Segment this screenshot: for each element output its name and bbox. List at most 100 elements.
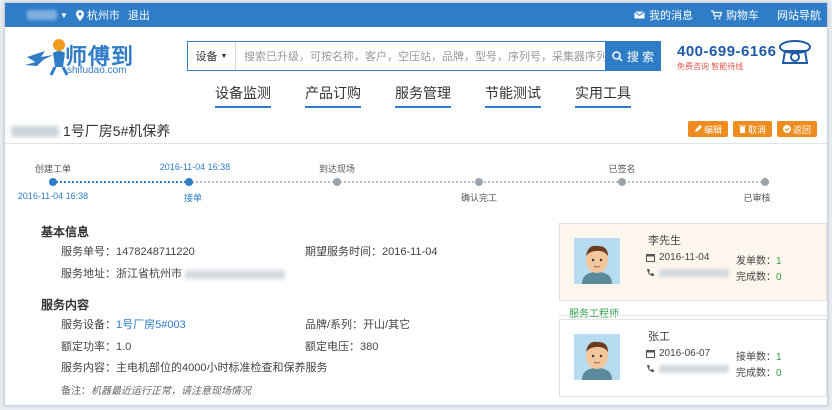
check-circle-icon [782, 125, 791, 133]
messages-link[interactable]: 我的消息 [634, 7, 693, 23]
nav-energy-test[interactable]: 节能测试 [485, 83, 541, 108]
customer-complete-count: 完成数：0 [736, 268, 782, 283]
customer-date: 2016-11-04 [646, 252, 709, 263]
address-blurred [185, 269, 286, 279]
cancel-button[interactable]: 取消 [732, 121, 772, 137]
note-value: 机器最近运行正常，请注意现场情况 [91, 386, 251, 397]
engineer-section-title: 服务工程师 [569, 305, 619, 320]
person-avatar-icon [582, 341, 612, 380]
stat-label: 发单数： [736, 256, 776, 267]
title-prefix-blurred [11, 125, 59, 137]
location-pin-icon [75, 9, 84, 21]
cart-icon [711, 10, 722, 20]
voltage-label: 额定电压： [305, 341, 360, 353]
customer-order-count: 发单数：1 [736, 252, 782, 267]
power-row: 额定功率：1.0 [61, 338, 131, 354]
nav-product-order[interactable]: 产品订购 [305, 83, 361, 108]
nav-device-monitor[interactable]: 设备监测 [215, 83, 271, 108]
service-desc-row: 服务内容：主电机部位的4000小时标准检查和保养服务 [61, 359, 327, 375]
cart-link[interactable]: 购物车 [711, 7, 759, 23]
calendar-icon [646, 350, 655, 358]
timeline-step-label: 确认完工 [460, 193, 498, 203]
customer-phone [646, 268, 729, 277]
page-actions: 编辑 取消 返回 [687, 121, 817, 137]
stat-value: 1 [776, 256, 782, 267]
site-nav-link[interactable]: 网站导航 [777, 7, 821, 23]
service-device-label: 服务设备： [61, 319, 116, 331]
username-blurred [27, 10, 57, 20]
timeline-step-label: 已签名 [608, 164, 636, 174]
city-selector[interactable]: 杭州市 [75, 7, 120, 23]
back-button[interactable]: 返回 [776, 121, 817, 137]
service-content-title: 服务内容 [41, 298, 90, 312]
engineer-phone-blurred [659, 364, 729, 373]
stat-value: 0 [776, 272, 782, 283]
engineer-divider [559, 315, 827, 316]
brand-value: 开山/其它 [363, 319, 411, 331]
engineer-date-value: 2016-06-07 [659, 348, 711, 359]
note-label: 备注： [61, 386, 91, 397]
engineer-name: 张工 [648, 331, 670, 343]
timeline-dot [475, 178, 483, 186]
brand-row: 品牌/系列：开山/其它 [305, 316, 410, 332]
order-number-row: 服务单号：1478248711220 [61, 243, 195, 259]
search-input[interactable]: 搜索已升级，可按名称，客户，空压站，品牌，型号，序列号，采集器序列号搜索 [244, 42, 640, 70]
power-label: 额定功率： [61, 341, 116, 353]
user-menu[interactable]: ▼ [27, 10, 68, 20]
timeline-step-time: 2016-11-04 16:38 [159, 162, 231, 172]
stat-value: 0 [776, 368, 782, 379]
search-category-select[interactable]: 设备 ▼ [188, 42, 236, 70]
search-button-label: 搜 索 [626, 49, 655, 64]
expect-time-row: 期望服务时间：2016-11-04 [305, 243, 437, 259]
logout-link[interactable]: 退出 [128, 7, 150, 23]
engineer-date: 2016-06-07 [646, 348, 710, 359]
address-value: 浙江省杭州市 [116, 268, 182, 280]
timeline-step-label: 已审核 [743, 193, 771, 203]
hotline-subtitle: 免费咨询 智能待线 [677, 62, 744, 71]
customer-phone-blurred [659, 268, 729, 277]
address-label: 服务地址： [61, 268, 116, 280]
back-label: 返回 [792, 124, 811, 135]
stat-value: 1 [776, 352, 782, 363]
timeline-dot [49, 178, 57, 186]
edit-button[interactable]: 编辑 [687, 121, 728, 137]
avatar [574, 334, 620, 380]
timeline-step-label: 到达现场 [318, 164, 356, 174]
note-row: 备注：机器最近运行正常，请注意现场情况 [61, 382, 251, 397]
service-device-link[interactable]: 1号厂房5#003 [116, 319, 186, 331]
service-device-row: 服务设备：1号厂房5#003 [61, 316, 186, 332]
service-desc-value: 主电机部位的4000小时标准检查和保养服务 [116, 362, 328, 374]
order-number-value: 1478248711220 [116, 246, 195, 258]
cart-label: 购物车 [726, 10, 759, 22]
engineer-accept-count: 接单数：1 [736, 348, 782, 363]
caret-down-icon: ▼ [220, 52, 228, 60]
search-button[interactable]: 搜 索 [605, 41, 661, 71]
service-desc-label: 服务内容： [61, 362, 116, 374]
timeline-step-label: 创建工单 [34, 164, 72, 174]
customer-name: 李先生 [648, 235, 681, 247]
timeline-dot [333, 178, 341, 186]
customer-card: 李先生 2016-11-04 发单数：1 完成数：0 [559, 223, 827, 301]
stat-label: 完成数： [736, 368, 776, 379]
title-divider [5, 143, 827, 144]
trash-icon [738, 125, 746, 133]
nav-service-manage[interactable]: 服务管理 [395, 83, 451, 108]
timeline-dot [618, 178, 626, 186]
search-icon [612, 50, 623, 62]
messages-label: 我的消息 [649, 10, 693, 22]
basic-info-title: 基本信息 [41, 225, 90, 239]
brand-label: 品牌/系列： [305, 319, 364, 331]
caret-down-icon: ▼ [60, 10, 68, 20]
stat-label: 完成数： [736, 272, 776, 283]
timeline-step-time: 2016-11-04 16:38 [17, 191, 89, 201]
engineer-complete-count: 完成数：0 [736, 364, 782, 379]
engineer-phone [646, 364, 729, 373]
telephone-icon [779, 40, 811, 64]
phone-icon [647, 365, 654, 372]
avatar [574, 238, 620, 284]
nav-tools[interactable]: 实用工具 [575, 83, 631, 108]
envelope-icon [634, 11, 645, 19]
expect-time-value: 2016-11-04 [382, 246, 438, 258]
engineer-card: 张工 2016-06-07 接单数：1 完成数：0 [559, 319, 827, 397]
search-bar: 设备 ▼ 搜索已升级，可按名称，客户，空压站，品牌，型号，序列号，采集器序列号搜… [187, 41, 661, 71]
